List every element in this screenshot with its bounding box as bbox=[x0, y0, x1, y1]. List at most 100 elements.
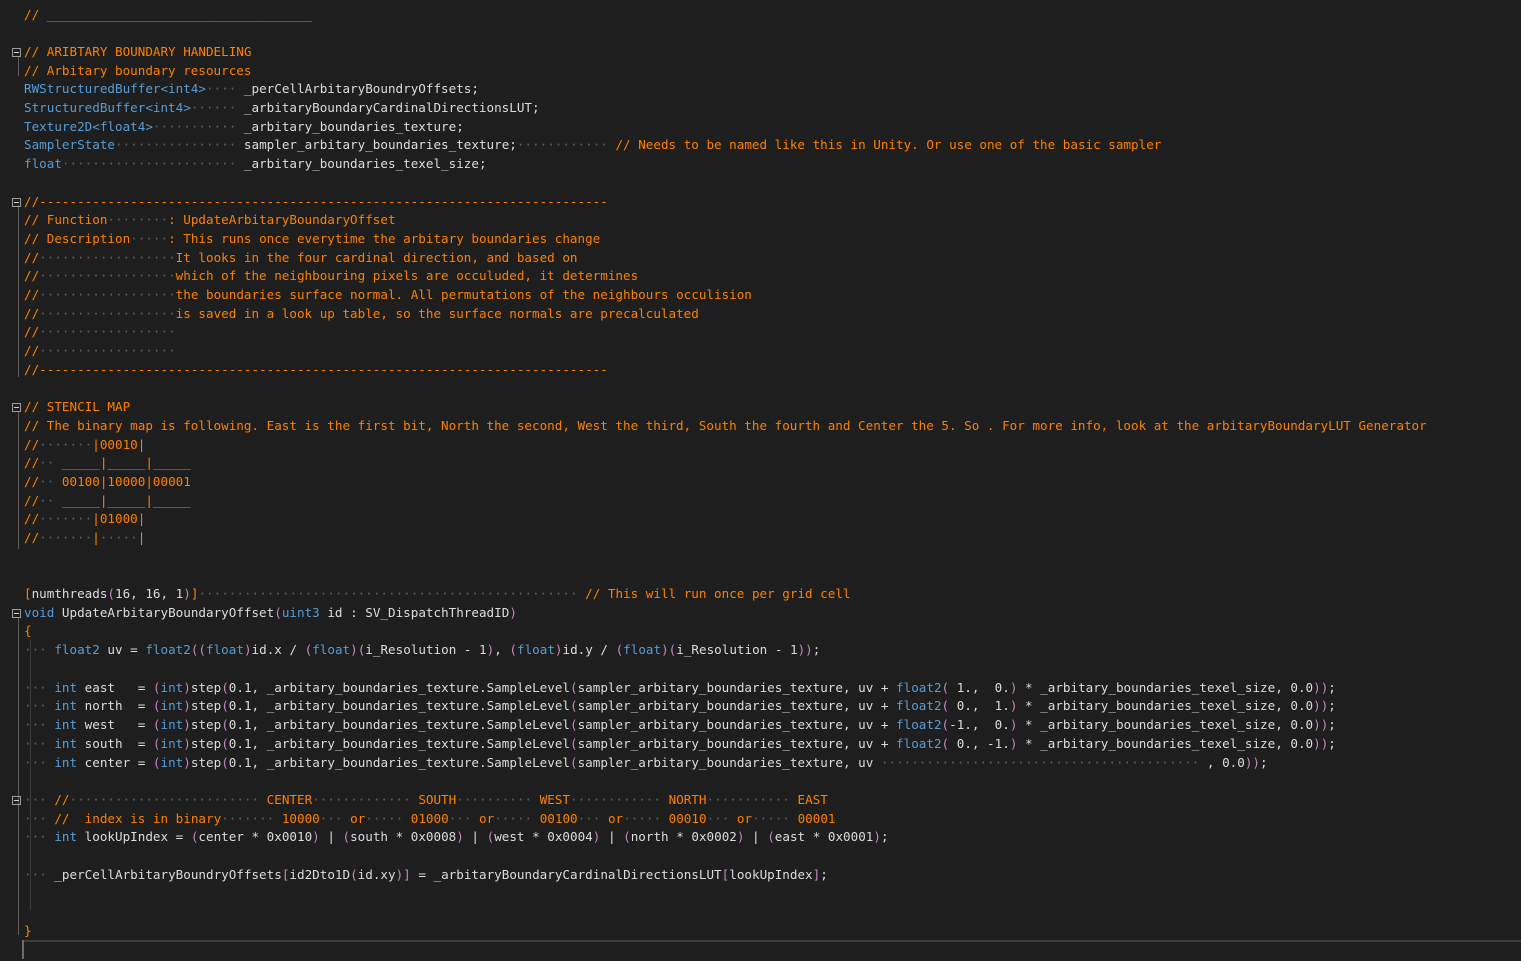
code-line[interactable]: // STENCIL MAP bbox=[24, 398, 130, 417]
code-line[interactable]: //·· _____|_____|_____ bbox=[24, 492, 191, 511]
code-token: _arbitary_boundaries_texture; bbox=[243, 119, 464, 134]
code-line[interactable]: StructuredBuffer<int4>······ _arbitaryBo… bbox=[24, 99, 540, 118]
code-token: EAST bbox=[797, 792, 828, 807]
code-token: |01000| bbox=[92, 511, 146, 526]
code-token: )) bbox=[1313, 717, 1329, 732]
code-line[interactable]: void UpdateArbitaryBoundaryOffset(uint3 … bbox=[24, 604, 517, 623]
code-token: |00010| bbox=[92, 437, 146, 452]
code-token: )) bbox=[1313, 680, 1329, 695]
code-token: 00010 bbox=[668, 811, 707, 826]
code-token: step bbox=[190, 698, 222, 713]
code-token: : This runs once everytime the arbitary … bbox=[168, 231, 601, 246]
code-line[interactable]: //·······|00010| bbox=[24, 436, 145, 455]
code-line[interactable]: ··· int east = (int)step(0.1, _arbitary_… bbox=[24, 679, 1336, 698]
code-line[interactable]: ··· //························· CENTER··… bbox=[24, 791, 828, 810]
code-token: id.x / bbox=[251, 642, 305, 657]
code-line[interactable]: ··· // index is in binary······· 10000··… bbox=[24, 810, 836, 829]
code-line[interactable]: { bbox=[24, 622, 32, 641]
code-line[interactable]: //--------------------------------------… bbox=[24, 361, 608, 380]
code-token: int bbox=[160, 698, 184, 713]
code-line[interactable]: SamplerState················ sampler_arb… bbox=[24, 136, 1161, 155]
code-token: ) bbox=[456, 829, 464, 844]
fold-toggle-icon[interactable] bbox=[12, 609, 21, 618]
code-token: SamplerState bbox=[24, 137, 115, 152]
code-line[interactable]: RWStructuredBuffer<int4>···· _perCellArb… bbox=[24, 80, 479, 99]
code-line[interactable]: //·················· bbox=[24, 342, 176, 361]
fold-toggle-icon[interactable] bbox=[12, 198, 21, 207]
code-token: * _arbitary_boundaries_texel_size, 0.0 bbox=[1017, 698, 1314, 713]
code-line[interactable]: ··· _perCellArbitaryBoundryOffsets[id2Dt… bbox=[24, 866, 828, 885]
code-token: // ARIBTARY BOUNDARY HANDELING bbox=[24, 44, 252, 59]
code-token: ·················· bbox=[39, 287, 176, 302]
code-line[interactable]: //··················which of the neighbo… bbox=[24, 267, 638, 286]
code-line[interactable]: //·· _____|_____|_____ bbox=[24, 454, 191, 473]
code-line[interactable]: ··· int west = (int)step(0.1, _arbitary_… bbox=[24, 716, 1336, 735]
code-token: * _arbitary_boundaries_texel_size, 0.0 bbox=[1017, 680, 1314, 695]
code-line[interactable]: //··················is saved in a look u… bbox=[24, 305, 699, 324]
code-line[interactable]: //--------------------------------------… bbox=[24, 193, 608, 212]
code-line[interactable]: ··· int lookUpIndex = (center * 0x0010) … bbox=[24, 828, 889, 847]
code-line[interactable]: //·······|·····| bbox=[24, 529, 145, 548]
code-token: 01000 bbox=[410, 811, 449, 826]
code-token: ( bbox=[509, 642, 517, 657]
code-token: ······· bbox=[39, 511, 93, 526]
code-token: )) bbox=[1313, 698, 1329, 713]
code-line[interactable]: float······················· _arbitary_b… bbox=[24, 155, 487, 174]
fold-toggle-icon[interactable] bbox=[12, 403, 21, 412]
code-line[interactable]: [numthreads(16, 16, 1)]·················… bbox=[24, 585, 851, 604]
code-token: sampler_arbitary_boundaries_texture, uv … bbox=[577, 736, 897, 751]
code-token: north = bbox=[77, 698, 153, 713]
code-line[interactable]: // Arbitary boundary resources bbox=[24, 62, 251, 81]
code-editor[interactable]: // ___________________________________ //… bbox=[0, 0, 1521, 940]
code-line[interactable]: // The binary map is following. East is … bbox=[24, 417, 1427, 436]
code-line[interactable]: //··················It looks in the four… bbox=[24, 249, 578, 268]
code-line[interactable]: Texture2D<float4>··········· _arbitary_b… bbox=[24, 118, 464, 137]
code-token: step bbox=[190, 755, 222, 770]
code-token: int bbox=[160, 680, 184, 695]
code-token: or bbox=[350, 811, 366, 826]
code-token: ······ bbox=[190, 100, 244, 115]
code-token: ····· bbox=[99, 530, 138, 545]
code-token: ········································… bbox=[198, 586, 586, 601]
code-token: ······· bbox=[39, 530, 93, 545]
fold-toggle-icon[interactable] bbox=[12, 796, 21, 805]
code-line[interactable]: // ARIBTARY BOUNDARY HANDELING bbox=[24, 43, 251, 62]
code-token: ··· bbox=[706, 811, 737, 826]
code-line[interactable]: ··· float2 uv = float2((float)id.x / (fl… bbox=[24, 641, 820, 660]
code-token: // bbox=[24, 437, 40, 452]
code-token: int bbox=[54, 680, 78, 695]
code-token: ; bbox=[880, 829, 889, 844]
code-token: east * 0x0001 bbox=[774, 829, 874, 844]
code-token: ·················· bbox=[39, 343, 176, 358]
horizontal-scrollbar[interactable] bbox=[24, 940, 1521, 961]
code-line[interactable]: // Function········: UpdateArbitaryBound… bbox=[24, 211, 396, 230]
code-line[interactable]: //·· 00100|10000|00001 bbox=[24, 473, 191, 492]
code-token: int bbox=[54, 717, 78, 732]
code-token: ( bbox=[221, 698, 229, 713]
code-token: 0., 1. bbox=[949, 698, 1010, 713]
code-token: int bbox=[54, 736, 78, 751]
code-token: sampler_arbitary_boundaries_texture, uv bbox=[577, 755, 881, 770]
code-token: // Description bbox=[24, 231, 131, 246]
code-token: ··· bbox=[577, 811, 608, 826]
code-token: ( bbox=[152, 736, 161, 751]
code-line[interactable]: } bbox=[24, 922, 32, 941]
code-token: ( bbox=[941, 698, 950, 713]
code-line[interactable]: //··················the boundaries surfa… bbox=[24, 286, 752, 305]
code-token: or bbox=[607, 811, 624, 826]
code-token: ( bbox=[152, 698, 161, 713]
code-line[interactable]: // Description·····: This runs once ever… bbox=[24, 230, 600, 249]
code-line[interactable]: //·················· bbox=[24, 323, 176, 342]
code-token: ( bbox=[152, 755, 161, 770]
code-line[interactable]: ··· int north = (int)step(0.1, _arbitary… bbox=[24, 697, 1336, 716]
code-line[interactable]: //·······|01000| bbox=[24, 510, 145, 529]
code-token: ; bbox=[1260, 755, 1268, 770]
code-token: 0.1, _arbitary_boundaries_texture.Sample… bbox=[228, 755, 570, 770]
code-line[interactable]: ··· int south = (int)step(0.1, _arbitary… bbox=[24, 735, 1336, 754]
code-token: ( bbox=[152, 717, 161, 732]
code-line[interactable]: ··· int center = (int)step(0.1, _arbitar… bbox=[24, 754, 1268, 773]
code-token: float2 bbox=[896, 736, 942, 751]
code-token: | bbox=[137, 530, 146, 545]
fold-toggle-icon[interactable] bbox=[12, 48, 21, 57]
code-line[interactable]: // ___________________________________ bbox=[24, 6, 312, 25]
